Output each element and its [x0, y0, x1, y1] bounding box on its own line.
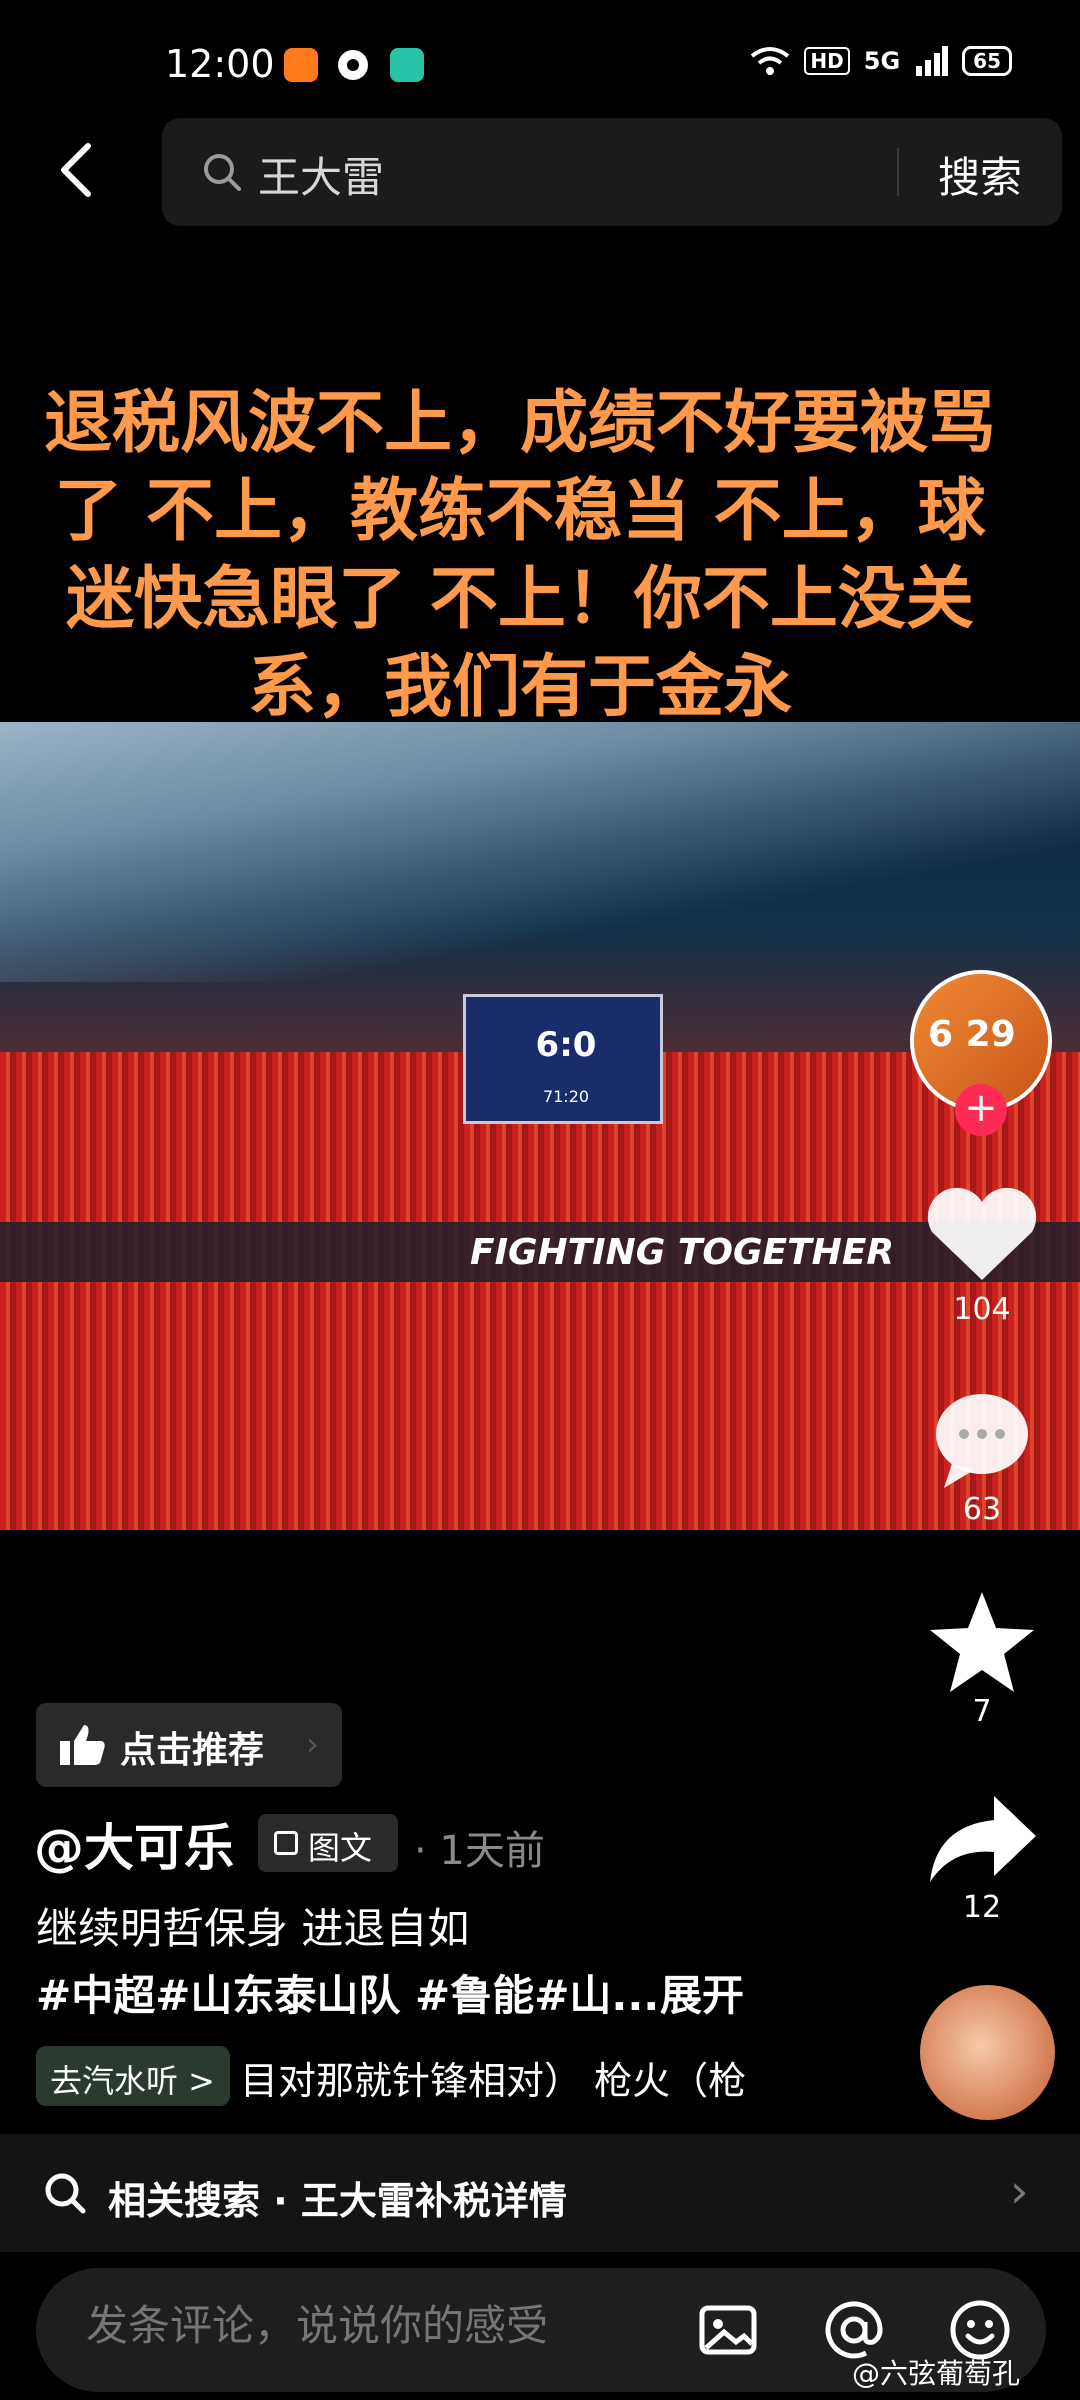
battery-indicator: 65 [962, 46, 1012, 76]
avatar-jersey-numbers: 6 29 [928, 1014, 1016, 1055]
recommend-button[interactable]: 点击推荐 › [36, 1703, 342, 1787]
favorite-star-icon[interactable] [912, 1588, 1052, 1698]
image-picker-icon[interactable] [696, 2298, 760, 2362]
search-icon [204, 154, 241, 191]
follow-button[interactable]: + [955, 1084, 1007, 1136]
chevron-right-icon: › [306, 1725, 319, 1763]
search-input[interactable]: 王大雷 [258, 144, 384, 205]
chevron-right-icon: › [1010, 2164, 1029, 2218]
share-arrow-icon[interactable] [912, 1786, 1052, 1896]
music-app-pill[interactable]: 去汽水听 > [36, 2046, 230, 2106]
music-app-label: 去汽水听 > [50, 2062, 215, 2100]
wifi-icon [751, 47, 790, 75]
weibo-watermark: @六弦葡萄孔 [852, 2357, 1021, 2390]
comment-input[interactable] [86, 2302, 646, 2350]
comment-icon[interactable] [912, 1384, 1052, 1494]
search-bar[interactable]: 王大雷 搜索 [162, 118, 1062, 226]
image-text-icon [274, 1831, 298, 1855]
post-type-label: 图文 [308, 1829, 373, 1867]
post-type-badge: 图文 [258, 1814, 398, 1872]
hd-badge: HD [804, 47, 850, 75]
football-notification-icon [338, 50, 368, 80]
thumbs-up-icon [60, 1725, 105, 1765]
status-bar: 12:00 HD 5G 65 [0, 0, 1080, 120]
music-avatar[interactable] [920, 1985, 1055, 2120]
banner-text: FIGHTING TOGETHER [470, 1232, 895, 1273]
related-search-bar[interactable]: 相关搜索 · 王大雷补税详情 › [0, 2134, 1080, 2252]
stadium-roof [0, 722, 1080, 982]
signal-icon [916, 46, 949, 76]
post-hashtags[interactable]: #中超#山东泰山队 #鲁能#山... [36, 1962, 659, 2023]
like-icon[interactable] [912, 1180, 1052, 1290]
notification-app-icon [284, 48, 318, 82]
music-title[interactable]: 目对那就针锋相对） 枪火（枪 [240, 2050, 790, 2105]
chat-notification-icon [390, 48, 424, 82]
post-caption: 退税风波不上，成绩不好要被骂了 不上，教练不稳当 不上，球迷快急眼了 不上！你不… [43, 384, 996, 727]
share-count: 12 [962, 1890, 1002, 1925]
recommend-label: 点击推荐 [120, 1730, 265, 1771]
network-label: 5G [863, 47, 901, 75]
post-description: 继续明哲保身 进退自如 [36, 1904, 470, 1953]
scoreboard-time: 71:20 [542, 1087, 590, 1106]
search-button[interactable]: 搜索 [938, 144, 1022, 205]
scoreboard: 6:0 71:20 [463, 994, 663, 1124]
back-arrow-icon[interactable] [54, 140, 98, 200]
author-name[interactable]: @大可乐 [34, 1808, 234, 1880]
comment-count: 63 [962, 1492, 1002, 1527]
search-icon [45, 2173, 86, 2214]
like-count: 104 [953, 1292, 1011, 1327]
scoreboard-score: 6:0 [535, 1025, 597, 1065]
expand-button[interactable]: 展开 [660, 1962, 744, 2023]
favorite-count: 7 [972, 1694, 992, 1729]
status-time: 12:00 [165, 42, 275, 86]
system-indicators: HD 5G 65 [750, 46, 1012, 76]
post-time: · 1天前 [414, 1828, 545, 1874]
search-divider [897, 148, 899, 196]
related-search-label: 相关搜索 · 王大雷补税详情 [108, 2179, 567, 2223]
